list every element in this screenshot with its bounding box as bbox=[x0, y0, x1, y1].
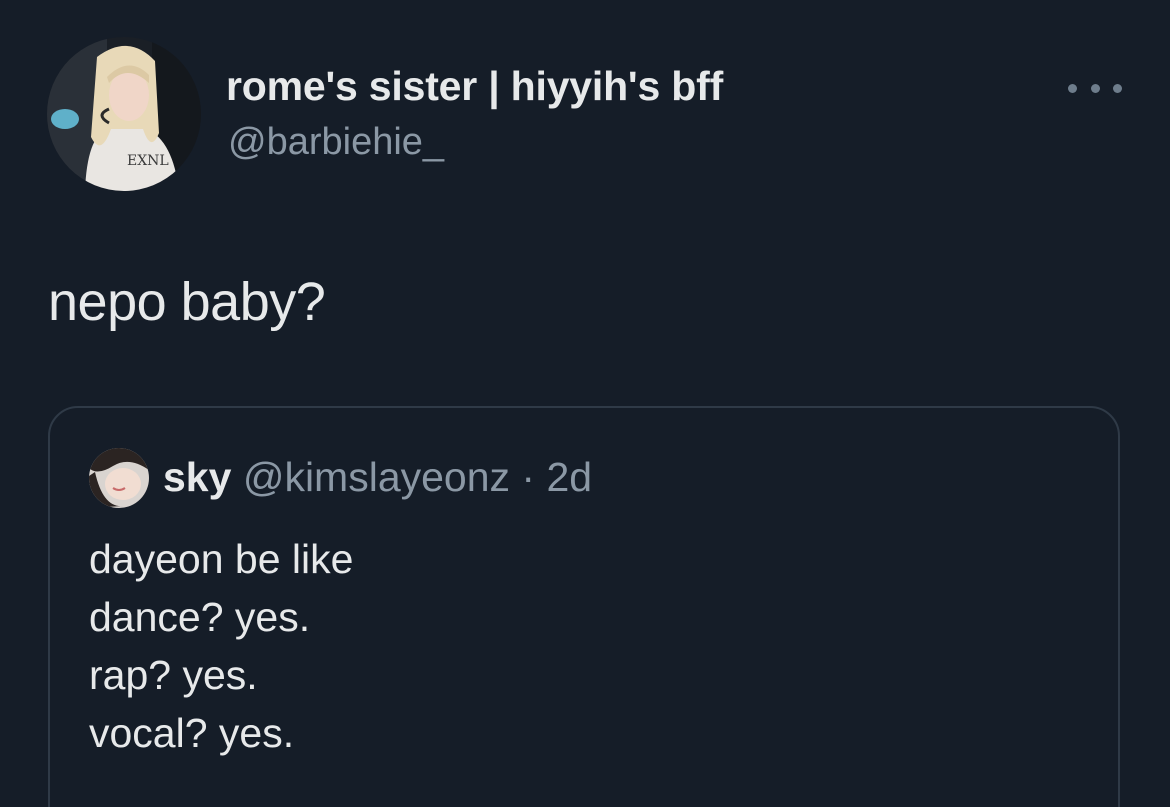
quoted-author-handle[interactable]: @kimslayeonz bbox=[243, 454, 510, 500]
author-handle[interactable]: @barbiehie_ bbox=[228, 121, 444, 164]
quoted-text-line: rap? yes. bbox=[89, 652, 258, 698]
quoted-author-avatar-image bbox=[89, 448, 149, 508]
svg-text:EXNL: EXNL bbox=[127, 153, 169, 169]
tweet-text: nepo baby? bbox=[48, 272, 326, 332]
quoted-text-line: vocal? yes. bbox=[89, 710, 295, 756]
more-horizontal-icon bbox=[1068, 83, 1077, 93]
more-horizontal-icon-dot bbox=[1113, 83, 1122, 93]
quoted-timestamp[interactable]: 2d bbox=[546, 454, 592, 500]
quoted-separator: · bbox=[510, 454, 547, 500]
quoted-text-line: dance? yes. bbox=[89, 594, 311, 640]
more-options-button[interactable] bbox=[1068, 70, 1122, 106]
more-horizontal-icon-dot bbox=[1090, 83, 1100, 93]
quoted-tweet-header: sky @kimslayeonz · 2d bbox=[163, 454, 592, 501]
tweet: EXNL rome's sister | hiyyih's bff @barbi… bbox=[0, 0, 1170, 807]
author-avatar-image: EXNL bbox=[47, 37, 201, 191]
quoted-tweet-card[interactable]: sky @kimslayeonz · 2d dayeon be like dan… bbox=[48, 406, 1120, 807]
author-display-name[interactable]: rome's sister | hiyyih's bff bbox=[226, 63, 723, 110]
quoted-tweet-text: dayeon be like dance? yes. rap? yes. voc… bbox=[89, 530, 353, 762]
quoted-author-avatar[interactable] bbox=[89, 448, 149, 508]
quoted-text-line: dayeon be like bbox=[89, 536, 354, 582]
quoted-author-name[interactable]: sky bbox=[163, 454, 231, 500]
author-avatar[interactable]: EXNL bbox=[47, 37, 201, 191]
